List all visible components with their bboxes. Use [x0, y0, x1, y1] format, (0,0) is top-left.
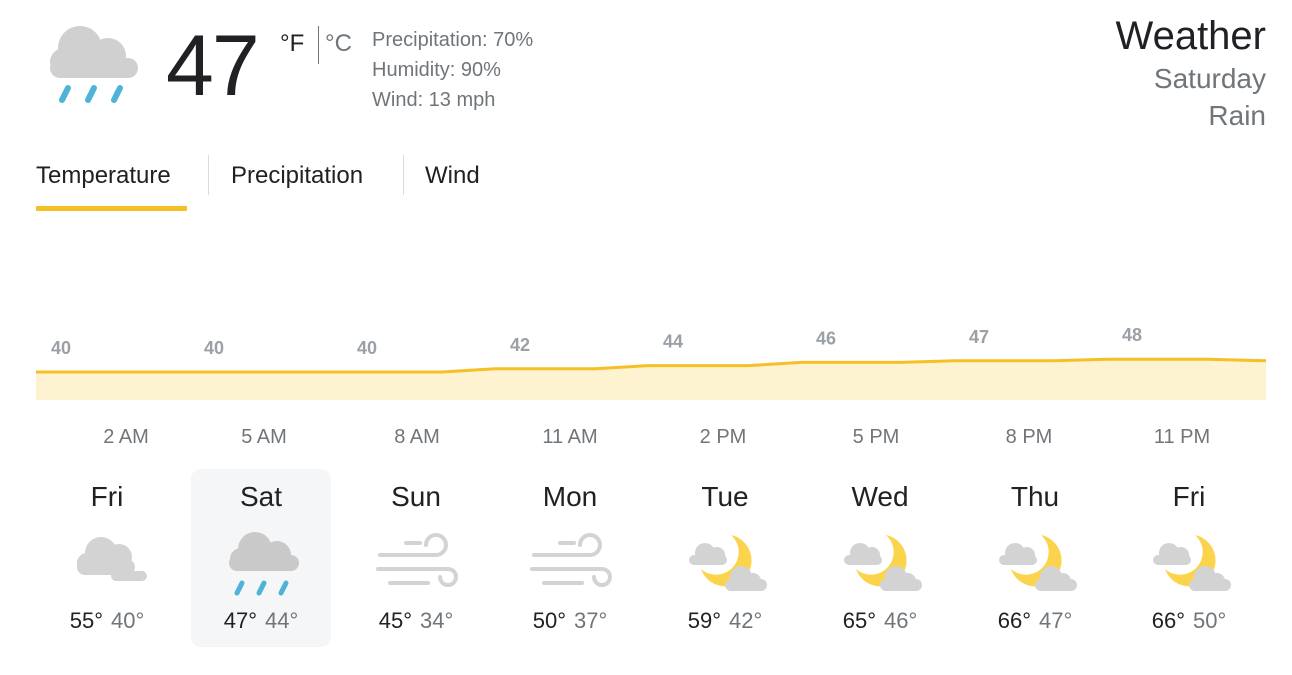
wind-detail: Wind: 13 mph [372, 89, 496, 111]
wind-icon [530, 533, 612, 587]
temperature-data-label: 47 [969, 327, 989, 347]
day-forecast-thu[interactable]: Thu 66° 47° [965, 469, 1105, 647]
temperature-data-label: 44 [663, 332, 683, 352]
day-forecast-mon[interactable]: Mon 50° 37° [500, 469, 640, 647]
rain-icon [50, 26, 138, 103]
high-temp: 59° [687, 608, 721, 633]
partly-cloudy-night-icon [999, 535, 1077, 591]
day-name: Fri [1172, 481, 1206, 512]
partly-cloudy-night-icon [1153, 535, 1231, 591]
partly-cloudy-night-icon [689, 535, 767, 591]
day-name: Tue [701, 481, 749, 512]
day-forecast-tue[interactable]: Tue 59° 42° [655, 469, 795, 647]
high-temp: 66° [1151, 608, 1185, 633]
current-day: Saturday [1153, 63, 1266, 94]
tab-divider [403, 155, 404, 195]
tab-selected-indicator [36, 206, 187, 211]
tab-precipitation[interactable]: Precipitation [231, 162, 363, 190]
day-forecast-wed[interactable]: Wed 65° 46° [810, 469, 950, 647]
time-label: 11 AM [542, 426, 598, 448]
humidity-detail: Humidity: 90% [372, 59, 501, 81]
time-label: 2 PM [699, 426, 747, 448]
cloudy-icon [77, 537, 147, 581]
day-name: Mon [542, 481, 598, 512]
temperature-data-label: 42 [510, 335, 530, 355]
day-name: Fri [90, 481, 124, 512]
day-name: Sun [391, 481, 441, 512]
high-temp: 65° [842, 608, 876, 633]
wind-icon [376, 533, 458, 587]
tab-wind[interactable]: Wind [425, 162, 480, 190]
current-temperature: 47 [166, 18, 260, 114]
temperature-data-label: 40 [204, 338, 224, 358]
day-name: Sat [239, 481, 283, 512]
low-temp: 44° [265, 608, 299, 633]
high-temp: 45° [378, 608, 412, 633]
high-temp: 66° [997, 608, 1031, 633]
temperature-chart: 40 40 40 42 44 46 47 48 [36, 325, 1267, 400]
high-temp: 55° [69, 608, 103, 633]
tab-divider [208, 155, 209, 195]
day-forecast-sun[interactable]: Sun 45° 34° [346, 469, 486, 647]
time-label: 11 PM [1153, 426, 1211, 448]
low-temp: 42° [729, 608, 763, 633]
rain-icon [229, 532, 299, 596]
day-forecast-sat[interactable]: Sat 47° 44° [191, 469, 331, 647]
unit-celsius[interactable]: °C [325, 30, 352, 58]
day-forecast-fri-next[interactable]: Fri 66° 50° [1119, 469, 1259, 647]
time-label: 5 AM [241, 426, 287, 448]
temperature-data-label: 46 [816, 328, 836, 348]
low-temp: 40° [111, 608, 145, 633]
unit-fahrenheit[interactable]: °F [280, 30, 304, 58]
temperature-data-label: 48 [1122, 325, 1142, 345]
day-name: Wed [851, 481, 909, 512]
time-label: 2 AM [103, 426, 149, 448]
time-label: 5 PM [852, 426, 900, 448]
time-label: 8 AM [394, 426, 440, 448]
current-condition: Rain [1208, 100, 1266, 131]
low-temp: 34° [420, 608, 454, 633]
high-temp: 50° [532, 608, 566, 633]
temperature-data-label: 40 [357, 338, 377, 358]
widget-title: Weather [1115, 14, 1266, 58]
low-temp: 47° [1039, 608, 1073, 633]
day-forecast-fri[interactable]: Fri 55° 40° [37, 469, 177, 647]
unit-divider [318, 26, 319, 64]
low-temp: 37° [574, 608, 608, 633]
high-temp: 47° [223, 608, 257, 633]
time-label: 8 PM [1005, 426, 1053, 448]
tab-temperature[interactable]: Temperature [36, 162, 171, 190]
partly-cloudy-night-icon [844, 535, 922, 591]
low-temp: 46° [884, 608, 918, 633]
low-temp: 50° [1193, 608, 1227, 633]
day-name: Thu [1010, 481, 1060, 512]
temperature-data-label: 40 [51, 338, 71, 358]
precipitation-detail: Precipitation: 70% [372, 29, 534, 51]
